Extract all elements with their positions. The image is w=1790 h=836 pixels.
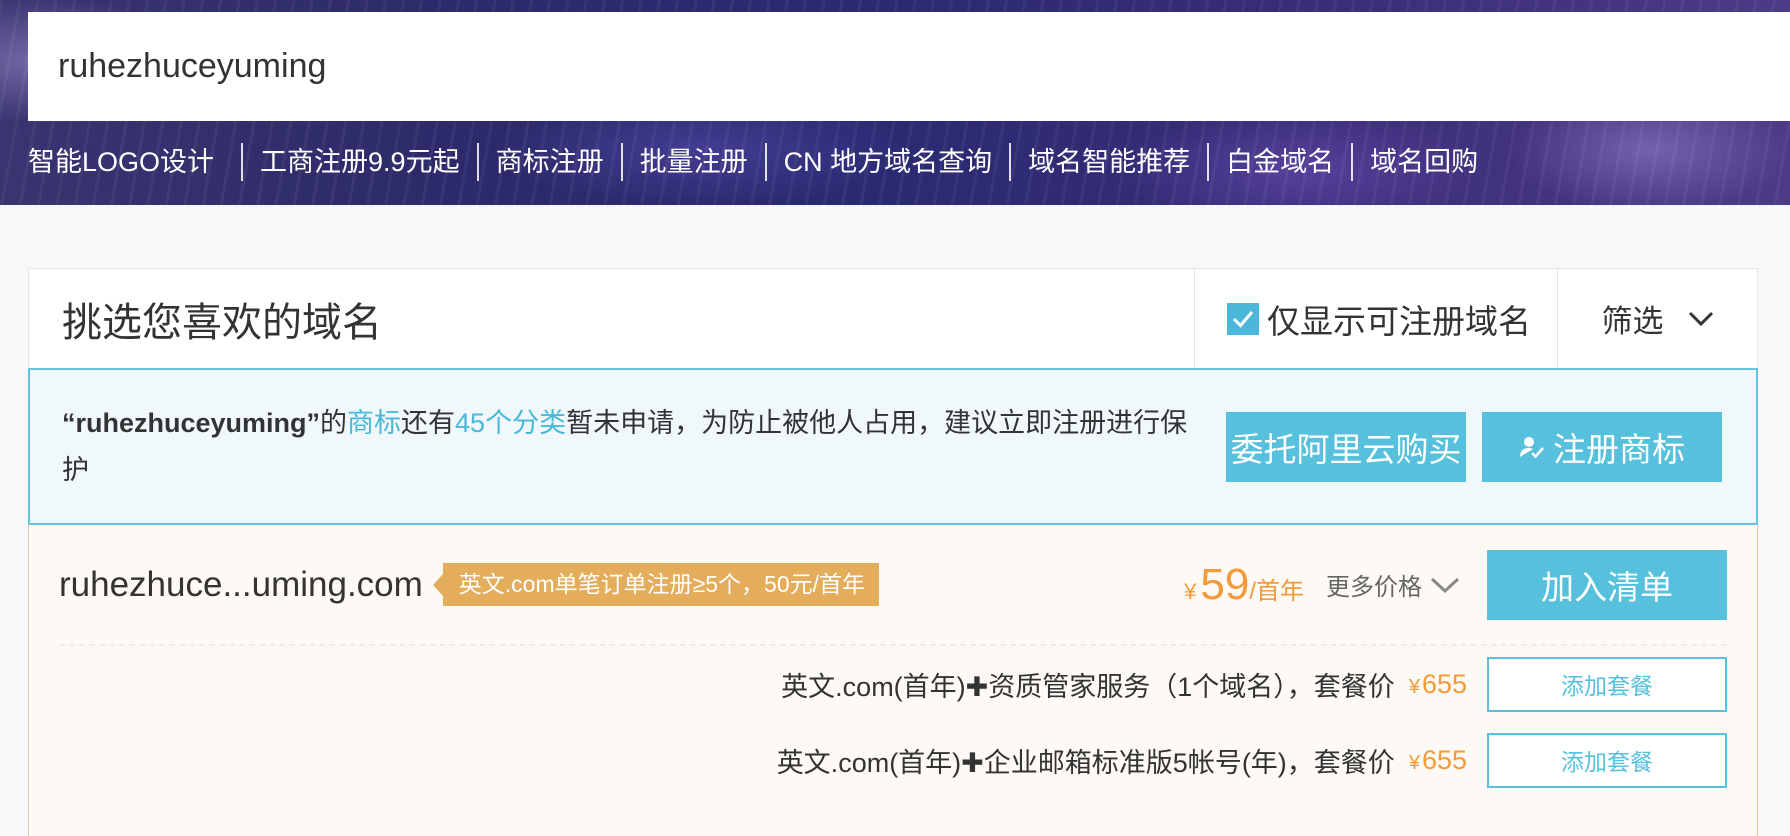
quick-links-bar: 智能LOGO设计 工商注册9.9元起 商标注册 批量注册 CN 地方域名查询 域… <box>28 140 1495 184</box>
quick-link-cn-regional[interactable]: CN 地方域名查询 <box>764 143 1010 181</box>
package-description: 英文.com(首年)✚资质管家服务（1个域名），套餐价 <box>781 671 1395 702</box>
only-available-filter[interactable]: 仅显示可注册域名 <box>1194 269 1557 368</box>
quick-link-smart-recommend[interactable]: 域名智能推荐 <box>1009 143 1207 181</box>
domain-results-panel: 挑选您喜欢的域名 仅显示可注册域名 筛选 “ruhezhuceyuming”的商… <box>28 268 1758 836</box>
package-amount: 655 <box>1421 744 1467 775</box>
only-available-label: 仅显示可注册域名 <box>1267 302 1531 340</box>
add-to-cart-button[interactable]: 加入清单 <box>1487 549 1727 620</box>
notice-text: “ruhezhuceyuming”的商标还有45个分类暂未申请，为防止被他人占用… <box>62 400 1226 494</box>
domain-name: ruhezhuce...uming.com <box>59 564 423 604</box>
notice-query: “ruhezhuceyuming” <box>62 407 321 438</box>
domain-search-box[interactable] <box>28 12 1790 121</box>
package-currency: ¥ <box>1408 675 1420 698</box>
quick-link-platinum[interactable]: 白金域名 <box>1207 143 1351 181</box>
package-description: 英文.com(首年)✚企业邮箱标准版5帐号(年)，套餐价 <box>776 747 1395 778</box>
price-amount: 59 <box>1200 559 1250 609</box>
quick-link-business-registration[interactable]: 工商注册9.9元起 <box>241 143 477 181</box>
user-check-icon <box>1519 434 1545 460</box>
more-prices-label: 更多价格 <box>1326 574 1422 601</box>
package-price: ¥655 <box>1409 669 1467 700</box>
filter-dropdown[interactable]: 筛选 <box>1557 269 1757 368</box>
quick-link-trademark[interactable]: 商标注册 <box>476 143 621 181</box>
more-prices-toggle[interactable]: 更多价格 <box>1326 567 1460 602</box>
package-currency: ¥ <box>1408 751 1420 774</box>
domain-price: ¥ 59 /首年 <box>1184 560 1304 610</box>
price-unit: /首年 <box>1249 577 1304 605</box>
entrust-purchase-button[interactable]: 委托阿里云购买 <box>1226 411 1466 482</box>
filter-label: 筛选 <box>1601 304 1664 339</box>
promo-tag: 英文.com单笔订单注册≥5个，50元/首年 <box>432 563 880 606</box>
panel-title: 挑选您喜欢的域名 <box>62 300 382 345</box>
price-currency: ¥ <box>1184 578 1197 604</box>
notice-text-part: 的 <box>320 407 348 438</box>
chevron-down-icon <box>1688 311 1713 326</box>
package-row: 英文.com(首年)✚企业邮箱标准版5帐号(年)，套餐价 ¥655 添加套餐 <box>59 722 1727 798</box>
chevron-down-icon <box>1430 577 1460 593</box>
domain-result-item: ruhezhuce...uming.com 英文.com单笔订单注册≥5个，50… <box>28 525 1758 836</box>
only-available-checkbox[interactable] <box>1227 302 1259 335</box>
trademark-notice: “ruhezhuceyuming”的商标还有45个分类暂未申请，为防止被他人占用… <box>28 368 1758 525</box>
add-package-button[interactable]: 添加套餐 <box>1487 656 1727 712</box>
package-row: 英文.com(首年)✚资质管家服务（1个域名），套餐价 ¥655 添加套餐 <box>59 646 1727 722</box>
quick-link-buyback[interactable]: 域名回购 <box>1351 143 1495 181</box>
package-price: ¥655 <box>1409 745 1467 776</box>
panel-header: 挑选您喜欢的域名 仅显示可注册域名 筛选 <box>29 269 1757 369</box>
categories-link[interactable]: 45个分类 <box>455 408 566 438</box>
hero-banner: 智能LOGO设计 工商注册9.9元起 商标注册 批量注册 CN 地方域名查询 域… <box>0 0 1790 205</box>
package-amount: 655 <box>1421 668 1467 699</box>
register-trademark-label: 注册商标 <box>1553 430 1685 468</box>
trademark-link[interactable]: 商标 <box>347 408 401 438</box>
register-trademark-button[interactable]: 注册商标 <box>1482 411 1722 482</box>
notice-text-part: 还有 <box>401 407 456 438</box>
domain-search-input[interactable] <box>58 47 1790 86</box>
add-package-button[interactable]: 添加套餐 <box>1487 732 1727 788</box>
domain-main-row: ruhezhuce...uming.com 英文.com单笔订单注册≥5个，50… <box>59 525 1727 646</box>
quick-link-bulk-register[interactable]: 批量注册 <box>620 143 765 181</box>
checkmark-icon <box>1232 310 1254 328</box>
quick-link-logo-design[interactable]: 智能LOGO设计 <box>28 143 241 181</box>
